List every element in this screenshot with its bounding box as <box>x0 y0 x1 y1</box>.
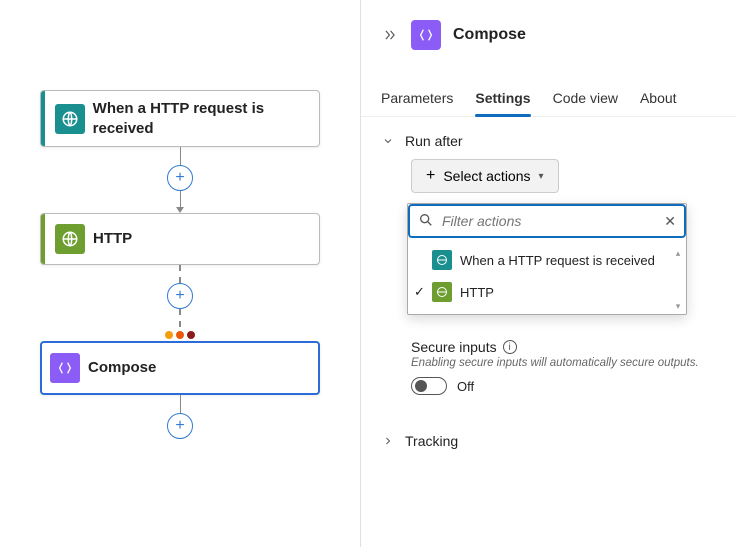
workflow-node-trigger[interactable]: When a HTTP request is received <box>40 90 320 147</box>
collapse-panel-icon[interactable] <box>381 26 399 44</box>
add-step-button[interactable]: + <box>167 165 193 191</box>
http-request-icon <box>432 250 452 270</box>
select-actions-label: Select actions <box>443 168 530 184</box>
section-toggle-tracking[interactable]: Tracking <box>361 433 736 449</box>
select-actions-button[interactable]: + Select actions ▾ <box>411 159 559 193</box>
section-title: Tracking <box>405 433 458 449</box>
workflow-node-http[interactable]: HTTP <box>40 213 320 265</box>
node-title: Compose <box>88 350 166 386</box>
action-option[interactable]: ✓ HTTP <box>408 276 686 308</box>
node-title: When a HTTP request is received <box>93 91 319 146</box>
section-toggle-run-after[interactable]: Run after <box>381 133 716 149</box>
action-option-label: HTTP <box>460 285 494 300</box>
secure-inputs-toggle[interactable] <box>411 377 447 395</box>
section-run-after: Run after + Select actions ▾ ✕ When a H <box>361 117 736 399</box>
tab-settings[interactable]: Settings <box>475 82 530 116</box>
connector: + <box>167 395 193 439</box>
properties-panel: Compose Parameters Settings Code view Ab… <box>360 0 736 547</box>
http-icon <box>432 282 452 302</box>
filter-actions-input[interactable] <box>442 213 664 229</box>
chevron-down-icon: ▾ <box>539 171 544 182</box>
chevron-down-icon <box>381 134 395 148</box>
compose-icon <box>411 20 441 50</box>
secure-inputs-help: Enabling secure inputs will automaticall… <box>411 357 716 369</box>
add-step-button[interactable]: + <box>167 413 193 439</box>
node-accent <box>41 214 45 264</box>
actions-list: When a HTTP request is received ✓ HTTP <box>408 238 686 314</box>
tab-parameters[interactable]: Parameters <box>381 82 453 116</box>
tab-code-view[interactable]: Code view <box>553 82 618 116</box>
chevron-right-icon <box>381 434 395 448</box>
action-option[interactable]: When a HTTP request is received <box>408 244 686 276</box>
workflow-node-compose[interactable]: Compose <box>40 341 320 395</box>
search-icon <box>418 212 436 230</box>
panel-tabs: Parameters Settings Code view About <box>361 82 736 117</box>
action-option-label: When a HTTP request is received <box>460 253 655 268</box>
tab-about[interactable]: About <box>640 82 677 116</box>
connector: + <box>167 147 193 213</box>
secure-inputs-group: Secure inputs i Enabling secure inputs w… <box>411 339 716 395</box>
actions-dropdown: ✕ When a HTTP request is received ✓ HTTP <box>407 203 687 315</box>
info-icon[interactable]: i <box>503 340 517 354</box>
filter-actions-search: ✕ <box>408 204 686 238</box>
plus-icon: + <box>426 168 435 184</box>
panel-title: Compose <box>453 26 526 44</box>
secure-inputs-state: Off <box>457 379 474 394</box>
compose-icon <box>50 353 80 383</box>
secure-inputs-label: Secure inputs <box>411 339 497 355</box>
section-title: Run after <box>405 133 463 149</box>
http-request-icon <box>55 104 85 134</box>
connector: + <box>165 265 195 341</box>
http-icon <box>55 224 85 254</box>
panel-header: Compose <box>361 0 736 64</box>
check-icon: ✓ <box>414 284 425 300</box>
status-dots <box>165 331 195 339</box>
add-step-button[interactable]: + <box>167 283 193 309</box>
dropdown-scrollbar[interactable]: ▴▾ <box>672 248 684 312</box>
workflow-canvas: When a HTTP request is received + HTTP + <box>0 0 360 547</box>
clear-filter-icon[interactable]: ✕ <box>664 213 676 230</box>
node-title: HTTP <box>93 221 142 257</box>
node-accent <box>41 91 45 146</box>
